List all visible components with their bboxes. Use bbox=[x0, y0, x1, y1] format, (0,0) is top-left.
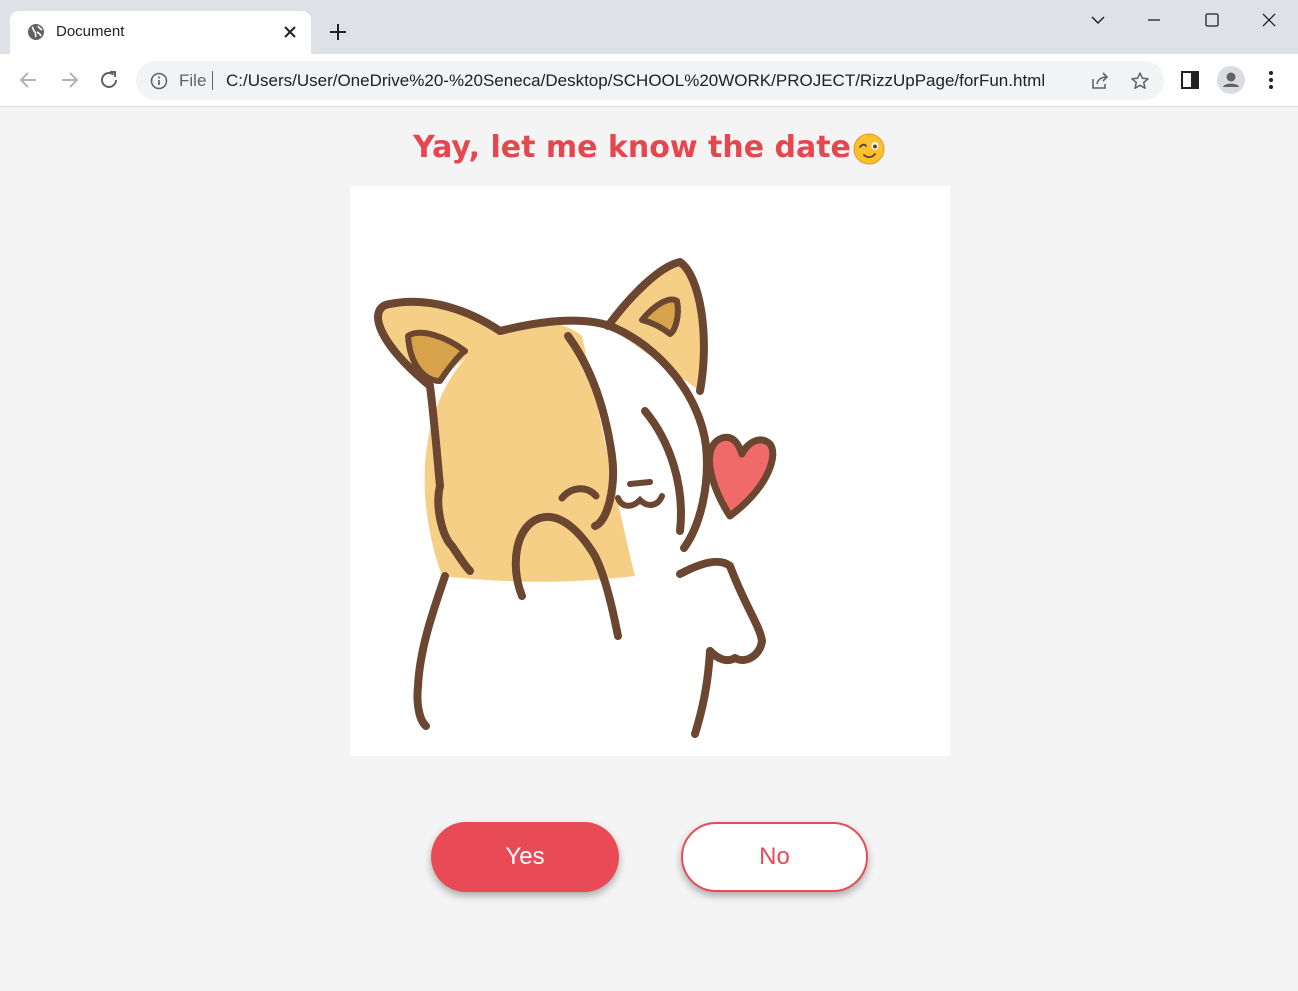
address-bar[interactable]: File C:/Users/User/OneDrive%20-%20Seneca… bbox=[136, 61, 1164, 100]
globe-icon bbox=[28, 24, 44, 40]
no-button[interactable]: No bbox=[681, 822, 868, 892]
back-icon[interactable] bbox=[16, 67, 42, 93]
close-window-icon[interactable] bbox=[1257, 8, 1281, 32]
url-text[interactable]: C:/Users/User/OneDrive%20-%20Seneca/Desk… bbox=[226, 71, 1045, 91]
maximize-icon[interactable] bbox=[1200, 8, 1224, 32]
more-icon[interactable] bbox=[1259, 68, 1283, 92]
star-icon[interactable] bbox=[1130, 71, 1150, 91]
page-heading: Yay, let me know the date bbox=[1, 130, 1297, 165]
winking-face-icon bbox=[853, 133, 885, 164]
chevron-down-icon[interactable] bbox=[1086, 8, 1110, 32]
heading-text: Yay, let me know the date bbox=[413, 130, 851, 165]
side-panel-icon[interactable] bbox=[1178, 68, 1202, 92]
reload-icon[interactable] bbox=[96, 67, 122, 93]
corgi-illustration bbox=[350, 186, 950, 756]
minimize-icon[interactable] bbox=[1142, 8, 1166, 32]
close-icon[interactable] bbox=[281, 23, 299, 41]
share-icon[interactable] bbox=[1090, 71, 1110, 91]
person-icon bbox=[1223, 72, 1239, 87]
info-icon[interactable] bbox=[150, 72, 168, 90]
forward-icon[interactable] bbox=[56, 67, 82, 93]
browser-toolbar: File C:/Users/User/OneDrive%20-%20Seneca… bbox=[0, 54, 1298, 107]
tab-title: Document bbox=[56, 23, 125, 40]
file-label: File bbox=[179, 71, 207, 90]
address-divider bbox=[212, 71, 213, 90]
browser-titlebar: Document bbox=[0, 0, 1298, 54]
plus-icon[interactable] bbox=[327, 21, 349, 43]
yes-button[interactable]: Yes bbox=[431, 822, 619, 892]
page-content: Yay, let me know the date Yes No bbox=[1, 108, 1297, 991]
profile-icon[interactable] bbox=[1217, 66, 1245, 94]
browser-tab[interactable]: Document bbox=[10, 11, 311, 54]
corgi-heart-drawing bbox=[374, 258, 777, 738]
